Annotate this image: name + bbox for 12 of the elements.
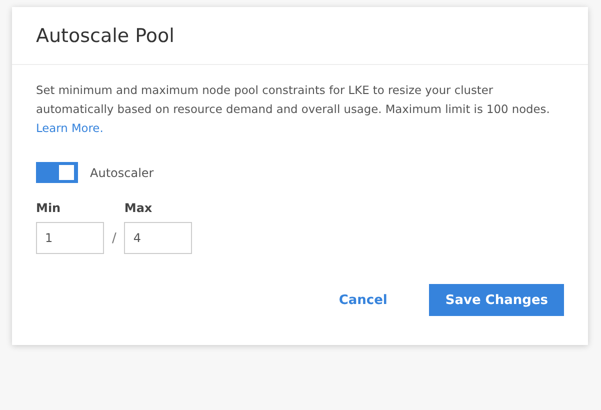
autoscaler-toggle[interactable] xyxy=(36,162,78,183)
description-text: Set minimum and maximum node pool constraints for LKE to resize your cluster automatically based on resource demand and overall usage. Maximum limit is 100 nodes. Learn More. xyxy=(36,82,551,137)
range-separator: / xyxy=(112,231,116,248)
dialog-title: Autoscale Pool xyxy=(36,24,174,46)
learn-more-link[interactable]: Learn More. xyxy=(36,121,104,135)
cancel-button[interactable]: Cancel xyxy=(326,284,400,316)
max-input[interactable]: 4 xyxy=(124,222,192,254)
max-label: Max xyxy=(124,201,154,215)
min-input[interactable]: 1 xyxy=(36,222,104,254)
save-button[interactable]: Save Changes xyxy=(429,284,564,316)
toggle-label: Autoscaler xyxy=(90,166,154,180)
min-label: Min xyxy=(36,201,62,215)
